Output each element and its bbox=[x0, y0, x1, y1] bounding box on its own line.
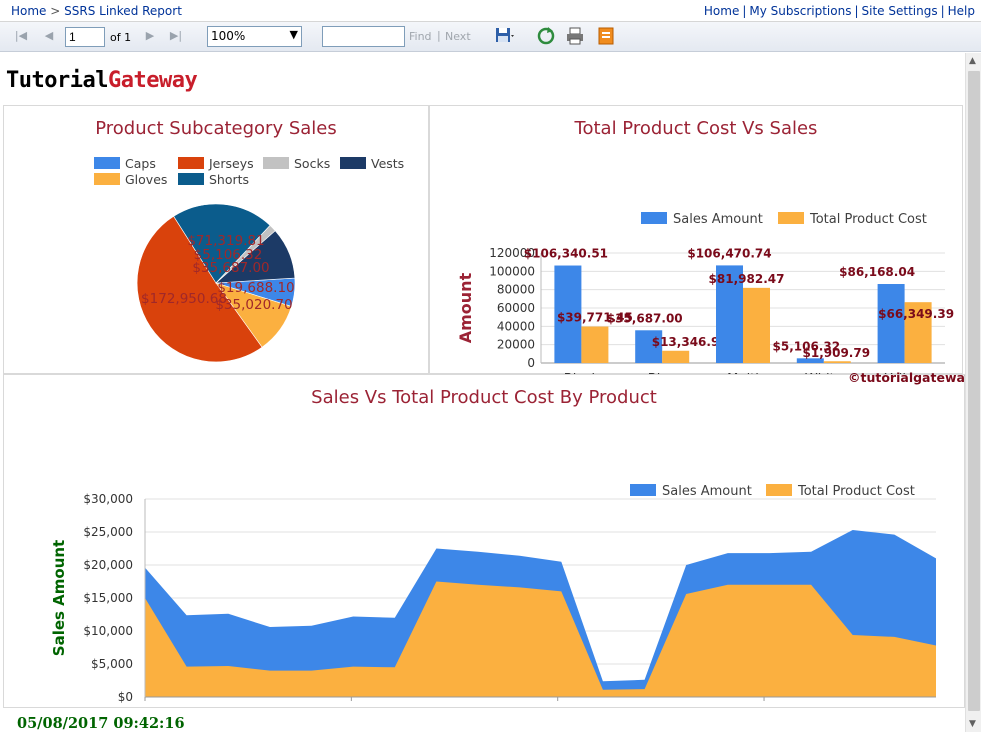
zoom-value: 100% bbox=[211, 29, 246, 43]
bar-legend-swatch-1 bbox=[778, 212, 804, 224]
area-legend-label-0: Sales Amount bbox=[662, 484, 752, 499]
previous-page-icon[interactable]: ◀ bbox=[41, 28, 57, 44]
copyright-text: ©tutorialgateway.o bbox=[848, 370, 965, 385]
pie-label-vests: $35,687.00 bbox=[192, 260, 269, 276]
area-ytick-label: $25,000 bbox=[83, 525, 133, 539]
breadcrumb-separator: > bbox=[50, 4, 61, 18]
subcategory-sales-pie-panel: Product Subcategory Sales Caps Jerseys S… bbox=[3, 105, 429, 374]
scroll-up-icon[interactable]: ▲ bbox=[969, 56, 976, 66]
area-chart: Sales Amount Total Product Cost $0 $5,000 $1… bbox=[50, 484, 936, 709]
pie-chart: $19,688.10$35,020.70$172,950.68$71,319.8… bbox=[136, 203, 296, 363]
last-page-icon[interactable]: ▶| bbox=[168, 28, 184, 44]
next-page-icon[interactable]: ▶ bbox=[142, 28, 158, 44]
area-ytick-label: $20,000 bbox=[83, 558, 133, 572]
bar-ytick-label: 100000 bbox=[489, 264, 535, 278]
bar-ytick-label: 0 bbox=[527, 356, 535, 370]
area-xtick-label: Short-Sleeve Classic Jersey, S bbox=[683, 707, 846, 709]
data-feed-icon[interactable] bbox=[596, 26, 616, 46]
area-xtick-label: Half-Finger Gloves, M bbox=[293, 707, 409, 709]
find-separator: | bbox=[437, 29, 441, 42]
bar-legend-label-1: Total Product Cost bbox=[809, 212, 927, 227]
zoom-select[interactable]: 100% ▼ bbox=[207, 26, 302, 47]
find-link[interactable]: Find bbox=[409, 30, 432, 43]
bar-data-label-sales-amount-blue: $35,687.00 bbox=[607, 311, 683, 325]
scroll-thumb[interactable] bbox=[968, 71, 980, 711]
bar-sales-amount-yellow[interactable] bbox=[877, 284, 905, 363]
scroll-down-icon[interactable]: ▼ bbox=[969, 719, 976, 729]
bar-ytick-label: 60000 bbox=[497, 301, 535, 315]
bar-legend-swatch-0 bbox=[641, 212, 667, 224]
print-icon[interactable] bbox=[565, 26, 585, 46]
refresh-icon[interactable] bbox=[536, 26, 556, 46]
area-ytick-label: $10,000 bbox=[83, 624, 133, 638]
site-settings-link[interactable]: Site Settings bbox=[862, 4, 938, 18]
bar-ytick-label: 20000 bbox=[497, 338, 535, 352]
area-ytick-label: $30,000 bbox=[83, 492, 133, 506]
bar-total-product-cost-blue[interactable] bbox=[662, 350, 690, 363]
report-timestamp: 05/08/2017 09:42:16 bbox=[17, 715, 185, 732]
bar-data-label-sales-amount-black: $106,340.51 bbox=[524, 247, 608, 261]
bar-legend-label-0: Sales Amount bbox=[673, 212, 763, 227]
my-subscriptions-link[interactable]: My Subscriptions bbox=[749, 4, 851, 18]
vertical-scrollbar[interactable]: ▲ ▼ bbox=[965, 53, 981, 732]
breadcrumb-home-link[interactable]: Home bbox=[11, 4, 46, 18]
bar-y-axis-title: Amount bbox=[456, 272, 475, 343]
area-y-axis-title: Sales Amount bbox=[50, 540, 68, 656]
tutorialgateway-logo: TutorialGateway bbox=[6, 68, 198, 93]
top-links: Home | My Subscriptions | Site Settings | Help bbox=[703, 4, 975, 18]
bar-data-label-sales-amount-yellow: $86,168.04 bbox=[839, 265, 915, 279]
breadcrumb-current-link[interactable]: SSRS Linked Report bbox=[64, 4, 182, 18]
page-count-label: of 1 bbox=[110, 31, 132, 44]
bar-data-label-total-product-cost-multi: $81,982.47 bbox=[709, 272, 785, 286]
area-xtick-label: AWC Logo Cap bbox=[105, 707, 185, 709]
report-body: TutorialGateway Product Subcategory Sale… bbox=[0, 53, 965, 732]
area-legend-swatch-1 bbox=[766, 484, 792, 496]
bar-data-label-total-product-cost-yellow: $66,349.39 bbox=[878, 307, 954, 321]
sales-by-product-area-panel: Sales Vs Total Product Cost By Product S… bbox=[3, 374, 965, 709]
home-link[interactable]: Home bbox=[704, 4, 739, 18]
export-save-icon[interactable] bbox=[494, 26, 514, 46]
area-ytick-label: $15,000 bbox=[83, 591, 133, 605]
cost-vs-sales-bar-panel: Total Product Cost Vs Sales Sales Amount… bbox=[429, 105, 963, 375]
bar-total-product-cost-multi[interactable] bbox=[743, 287, 770, 363]
area-ytick-label: $0 bbox=[118, 690, 133, 704]
chevron-down-icon: ▼ bbox=[289, 28, 298, 41]
bar-total-product-cost-white[interactable] bbox=[823, 361, 851, 363]
pie-label-jerseys: $172,950.68 bbox=[141, 291, 227, 307]
area-legend-swatch-0 bbox=[630, 484, 656, 496]
bar-ytick-label: 80000 bbox=[497, 283, 535, 297]
page-number-input[interactable] bbox=[65, 27, 105, 47]
area-ytick-label: $5,000 bbox=[91, 657, 133, 671]
bar-ytick-label: 40000 bbox=[497, 319, 535, 333]
pie-label-caps: $19,688.10 bbox=[217, 280, 294, 296]
find-input[interactable] bbox=[322, 26, 405, 47]
area-xtick-label: Long-Sleeve Logo Jersey, XL bbox=[480, 707, 636, 709]
bar-data-label-total-product-cost-white: $1,909.79 bbox=[803, 346, 871, 360]
breadcrumb: Home > SSRS Linked Report bbox=[11, 4, 182, 18]
help-link[interactable]: Help bbox=[948, 4, 975, 18]
find-next-link[interactable]: Next bbox=[445, 30, 471, 43]
area-legend-label-1: Total Product Cost bbox=[797, 484, 915, 499]
report-toolbar: |◀ ◀ of 1 ▶ ▶| 100% ▼ Find | Next bbox=[0, 22, 981, 52]
first-page-icon[interactable]: |◀ bbox=[13, 28, 29, 44]
top-bar: Home > SSRS Linked Report Home | My Subscr… bbox=[0, 0, 981, 22]
bar-chart: Sales Amount Total Product Cost 0 20000 4000… bbox=[456, 212, 954, 375]
bar-data-label-sales-amount-multi: $106,470.74 bbox=[687, 246, 771, 260]
bar-total-product-cost-black[interactable] bbox=[581, 326, 609, 363]
